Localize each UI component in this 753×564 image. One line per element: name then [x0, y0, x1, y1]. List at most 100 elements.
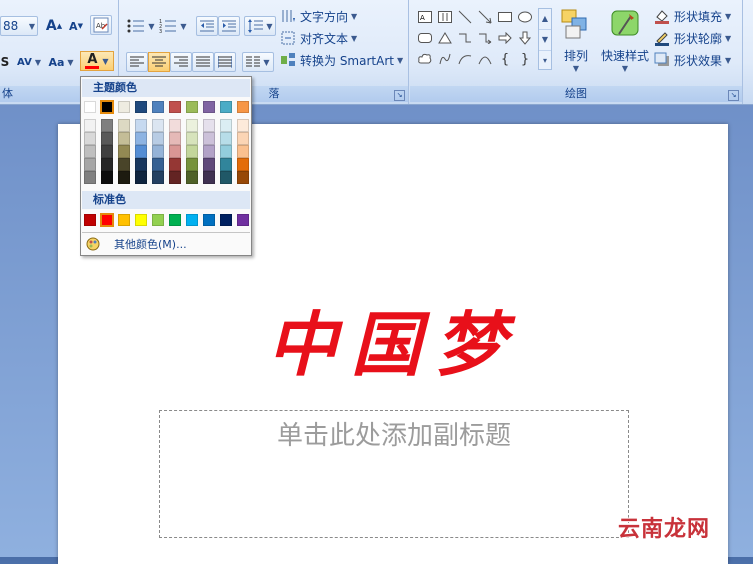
theme-shade-swatch[interactable]: [152, 158, 164, 171]
theme-shade-swatch[interactable]: [101, 119, 113, 132]
clear-format-button[interactable]: Ab: [90, 15, 112, 35]
align-center-button[interactable]: [148, 52, 170, 72]
theme-color-swatch[interactable]: [237, 101, 249, 113]
theme-shade-swatch[interactable]: [203, 145, 215, 158]
font-size-box[interactable]: 88 ▼: [0, 16, 38, 36]
triangle-shape-icon[interactable]: [436, 29, 454, 47]
theme-color-swatch[interactable]: [152, 101, 164, 113]
grow-font-button[interactable]: A ▲: [44, 16, 64, 36]
theme-color-swatch[interactable]: [135, 101, 147, 113]
theme-shade-swatch[interactable]: [203, 171, 215, 184]
rectangle-shape-icon[interactable]: [496, 8, 514, 26]
theme-shade-swatch[interactable]: [237, 145, 249, 158]
theme-shade-swatch[interactable]: [118, 171, 130, 184]
shrink-font-button[interactable]: A ▼: [66, 16, 86, 36]
theme-shade-swatch[interactable]: [101, 132, 113, 145]
theme-shade-swatch[interactable]: [118, 145, 130, 158]
theme-shade-swatch[interactable]: [135, 158, 147, 171]
theme-shade-swatch[interactable]: [169, 132, 181, 145]
standard-color-swatch[interactable]: [169, 214, 181, 226]
numbering-button[interactable]: 1 2 3 ▼: [158, 16, 188, 36]
arc-shape-icon[interactable]: [456, 50, 474, 68]
standard-color-swatch[interactable]: [220, 214, 232, 226]
standard-color-swatch[interactable]: [186, 214, 198, 226]
theme-shade-swatch[interactable]: [220, 145, 232, 158]
theme-shade-swatch[interactable]: [152, 119, 164, 132]
right-arrow-shape-icon[interactable]: [496, 29, 514, 47]
right-brace-shape-icon[interactable]: }: [516, 50, 534, 68]
elbow-arrow-shape-icon[interactable]: [476, 29, 494, 47]
rounded-rect-shape-icon[interactable]: [416, 29, 434, 47]
theme-shade-swatch[interactable]: [186, 132, 198, 145]
shape-effects-button[interactable]: 形状效果 ▼: [654, 50, 731, 70]
theme-color-swatch[interactable]: [118, 101, 130, 113]
slide-title[interactable]: 中国梦: [58, 289, 728, 390]
theme-shade-swatch[interactable]: [220, 132, 232, 145]
cloud-shape-icon[interactable]: [416, 50, 434, 68]
standard-color-swatch[interactable]: [152, 214, 164, 226]
arrow-line-shape-icon[interactable]: [476, 8, 494, 26]
paragraph-launcher-icon[interactable]: ↘: [394, 90, 405, 101]
vertical-textbox-shape-icon[interactable]: [436, 8, 454, 26]
theme-shade-swatch[interactable]: [152, 145, 164, 158]
decrease-indent-button[interactable]: [196, 16, 218, 36]
align-left-button[interactable]: [126, 52, 148, 72]
line-spacing-button[interactable]: ▼: [244, 16, 276, 36]
shape-fill-button[interactable]: 形状填充 ▼: [654, 6, 731, 26]
theme-shade-swatch[interactable]: [237, 171, 249, 184]
align-text-button[interactable]: 对齐文本 ▼: [280, 28, 357, 48]
theme-shade-swatch[interactable]: [101, 158, 113, 171]
theme-shade-swatch[interactable]: [237, 119, 249, 132]
more-colors-item[interactable]: 其他颜色(M)...: [82, 232, 250, 255]
char-spacing-button[interactable]: AV ▼: [14, 52, 44, 72]
theme-shade-swatch[interactable]: [118, 132, 130, 145]
oval-shape-icon[interactable]: [516, 8, 534, 26]
theme-shade-swatch[interactable]: [186, 119, 198, 132]
left-brace-shape-icon[interactable]: {: [496, 50, 514, 68]
theme-shade-swatch[interactable]: [135, 171, 147, 184]
text-direction-button[interactable]: 文字方向 ▼: [280, 6, 357, 26]
theme-shade-swatch[interactable]: [203, 158, 215, 171]
arrange-button[interactable]: 排列 ▼: [550, 6, 602, 73]
change-case-button[interactable]: Aa ▼: [46, 52, 76, 72]
curve-shape-icon[interactable]: [476, 50, 494, 68]
theme-shade-swatch[interactable]: [169, 171, 181, 184]
distributed-button[interactable]: [214, 52, 236, 72]
increase-indent-button[interactable]: [218, 16, 240, 36]
standard-color-swatch[interactable]: [203, 214, 215, 226]
bullets-button[interactable]: ▼: [126, 16, 156, 36]
theme-shade-swatch[interactable]: [220, 171, 232, 184]
theme-shade-swatch[interactable]: [169, 145, 181, 158]
quick-styles-button[interactable]: 快速样式 ▼: [598, 6, 652, 73]
theme-shade-swatch[interactable]: [118, 158, 130, 171]
theme-shade-swatch[interactable]: [84, 119, 96, 132]
theme-shade-swatch[interactable]: [237, 132, 249, 145]
standard-color-swatch[interactable]: [237, 214, 249, 226]
theme-shade-swatch[interactable]: [169, 158, 181, 171]
textbox-shape-icon[interactable]: A: [416, 8, 434, 26]
theme-shade-swatch[interactable]: [135, 119, 147, 132]
theme-shade-swatch[interactable]: [84, 132, 96, 145]
theme-color-swatch[interactable]: [84, 101, 96, 113]
theme-shade-swatch[interactable]: [135, 132, 147, 145]
theme-shade-swatch[interactable]: [152, 171, 164, 184]
convert-smartart-button[interactable]: 转换为 SmartArt ▼: [280, 50, 403, 70]
justify-button[interactable]: [192, 52, 214, 72]
theme-shade-swatch[interactable]: [203, 132, 215, 145]
theme-color-swatch[interactable]: [100, 100, 114, 114]
elbow-connector-shape-icon[interactable]: [456, 29, 474, 47]
theme-color-swatch[interactable]: [220, 101, 232, 113]
standard-color-swatch[interactable]: [84, 214, 96, 226]
down-arrow-shape-icon[interactable]: [516, 29, 534, 47]
standard-color-swatch[interactable]: [135, 214, 147, 226]
theme-color-swatch[interactable]: [203, 101, 215, 113]
theme-shade-swatch[interactable]: [186, 171, 198, 184]
theme-shade-swatch[interactable]: [84, 145, 96, 158]
columns-button[interactable]: ▼: [242, 52, 274, 72]
freeform-shape-icon[interactable]: [436, 50, 454, 68]
theme-shade-swatch[interactable]: [220, 158, 232, 171]
theme-shade-swatch[interactable]: [84, 158, 96, 171]
theme-shade-swatch[interactable]: [152, 132, 164, 145]
theme-shade-swatch[interactable]: [237, 158, 249, 171]
theme-color-swatch[interactable]: [186, 101, 198, 113]
